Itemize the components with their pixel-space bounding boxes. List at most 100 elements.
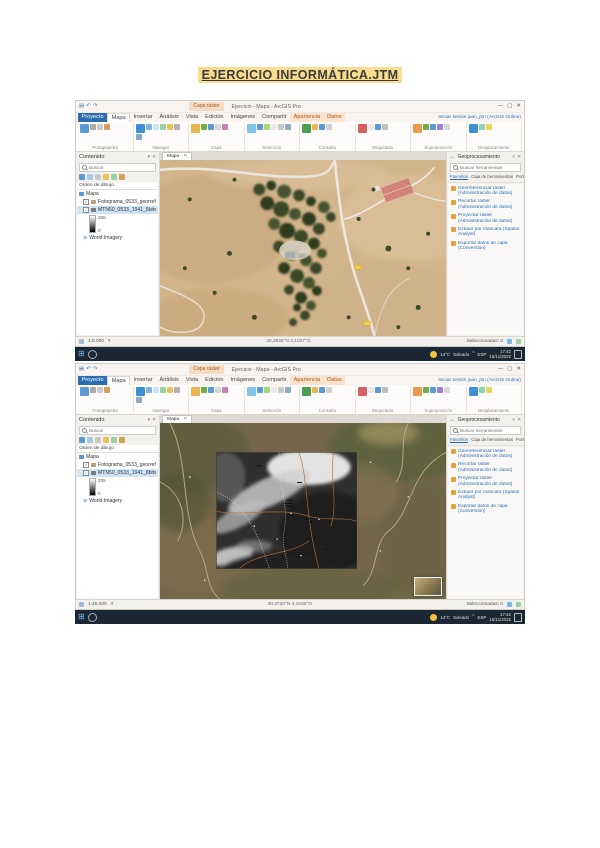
list-by-selection-icon[interactable]	[95, 174, 101, 180]
ribbon-tool-icon[interactable]	[382, 124, 388, 130]
start-button[interactable]: ⊞	[78, 347, 85, 361]
tool-link[interactable]: Extraer por máscara (Spatial Analyst)	[448, 225, 523, 239]
layout-icon[interactable]	[516, 602, 521, 607]
ribbon-tool-icon[interactable]	[191, 387, 200, 396]
ribbon-tool-icon[interactable]	[104, 124, 110, 130]
pin-icon[interactable]: ▾	[148, 155, 150, 160]
ribbon-tool-icon[interactable]	[153, 124, 159, 130]
close-icon[interactable]: ✕	[517, 418, 521, 423]
tool-link[interactable]: Exportar datos de capa (Conversión)	[448, 502, 523, 516]
tool-link[interactable]: Extraer por máscara (Spatial Analyst)	[448, 488, 523, 502]
notification-center-icon[interactable]	[514, 350, 522, 359]
close-icon[interactable]: ✕	[517, 155, 521, 160]
ribbon-tool-icon[interactable]	[271, 124, 277, 130]
signin-status[interactable]: Iniciar sesión juan_jtm (ArcGIS Online)	[438, 376, 521, 385]
ribbon-tool-icon[interactable]	[285, 387, 291, 393]
language-label[interactable]: ESP	[478, 615, 487, 620]
ribbon-tool-icon[interactable]	[136, 134, 142, 140]
geoprocessing-search[interactable]	[450, 426, 521, 435]
ribbon-tool-icon[interactable]	[271, 387, 277, 393]
ribbon-tool-icon[interactable]	[174, 387, 180, 393]
tab-compartir[interactable]: Compartir	[259, 376, 291, 385]
ribbon-tool-icon[interactable]	[319, 124, 325, 130]
weather-sun-icon[interactable]	[430, 351, 437, 358]
ribbon-tool-icon[interactable]	[486, 124, 492, 130]
ribbon-tool-icon[interactable]	[430, 387, 436, 393]
ribbon-tool-icon[interactable]	[146, 124, 152, 130]
notification-icon[interactable]	[507, 602, 512, 607]
hidden-icons-chevron[interactable]: ^	[472, 614, 474, 620]
pin-icon[interactable]: ▾	[148, 418, 150, 423]
tree-item-layer[interactable]: ✓ Fotograma_0533_georref.tif	[77, 198, 158, 206]
ribbon-tool-icon[interactable]	[222, 124, 228, 130]
tab-mapa[interactable]: Mapa	[107, 113, 130, 122]
select-tool-icon[interactable]	[79, 339, 84, 344]
tab-favoritos[interactable]: Favoritos	[450, 437, 468, 443]
tab-mapa[interactable]: Mapa	[107, 376, 130, 385]
ribbon-tool-icon[interactable]	[430, 124, 436, 130]
ribbon-tool-icon[interactable]	[413, 124, 422, 133]
ribbon-tool-icon[interactable]	[160, 387, 166, 393]
tool-link[interactable]: Exportar datos de capa (Conversión)	[448, 239, 523, 253]
ribbon-tool-icon[interactable]	[358, 387, 367, 396]
tool-link[interactable]: Proyectar ráster (Administración de dato…	[448, 475, 523, 489]
caret-icon[interactable]: ▾	[111, 602, 113, 607]
tab-analisis[interactable]: Análisis	[156, 376, 182, 385]
list-by-drawing-order-icon[interactable]	[79, 174, 85, 180]
save-icon[interactable]: ▤	[79, 101, 84, 112]
ribbon-tool-icon[interactable]	[358, 124, 367, 133]
layer-checkbox[interactable]: ✓	[83, 462, 89, 468]
weather-temp[interactable]: 14°C	[440, 352, 450, 357]
ribbon-tool-icon[interactable]	[146, 387, 152, 393]
ribbon-tool-icon[interactable]	[375, 124, 381, 130]
contents-search[interactable]	[79, 163, 156, 172]
tab-insertar[interactable]: Insertar	[130, 376, 156, 385]
ribbon-tool-icon[interactable]	[319, 387, 325, 393]
ribbon-tool-icon[interactable]	[326, 124, 332, 130]
list-by-source-icon[interactable]	[87, 437, 93, 443]
map-scale[interactable]: 1:45.000	[88, 602, 107, 607]
tool-link[interactable]: Recortar ráster (Administración de datos…	[448, 198, 523, 212]
tab-cajas[interactable]: Caja de herramientas	[471, 437, 513, 443]
tool-link[interactable]: Georreferenciar ráster (Administración d…	[448, 184, 523, 198]
ribbon-tool-icon[interactable]	[201, 387, 207, 393]
ribbon-tool-icon[interactable]	[368, 387, 374, 393]
select-tool-icon[interactable]	[79, 602, 84, 607]
contents-search[interactable]	[79, 426, 156, 435]
ribbon-tool-icon[interactable]	[437, 387, 443, 393]
hidden-icons-chevron[interactable]: ^	[472, 351, 474, 357]
tab-proyecto[interactable]: Proyecto	[78, 113, 107, 122]
tab-datos[interactable]: Datos	[324, 113, 346, 122]
ribbon-tool-icon[interactable]	[264, 387, 270, 393]
tree-item-layer-selected[interactable]: ✓ MTN50_0533_1941_8bits_georref.tif	[77, 206, 158, 214]
start-button[interactable]: ⊞	[78, 610, 85, 624]
maximize-icon[interactable]: ▢	[507, 101, 512, 112]
ribbon-tool-icon[interactable]	[375, 387, 381, 393]
language-label[interactable]: ESP	[478, 352, 487, 357]
ribbon-tool-icon[interactable]	[285, 124, 291, 130]
georef-map-canvas[interactable]	[160, 423, 446, 599]
ribbon-tool-icon[interactable]	[423, 387, 429, 393]
ribbon-tool-icon[interactable]	[191, 124, 200, 133]
tool-link[interactable]: Georreferenciar ráster (Administración d…	[448, 447, 523, 461]
layer-checkbox[interactable]: ✓	[83, 470, 89, 476]
ribbon-tool-icon[interactable]	[97, 124, 103, 130]
tab-compartir[interactable]: Compartir	[259, 113, 291, 122]
tab-portal[interactable]: Portal	[516, 174, 524, 180]
ribbon-tool-icon[interactable]	[302, 387, 311, 396]
ribbon-tool-icon[interactable]	[423, 124, 429, 130]
close-icon[interactable]: ✕	[516, 364, 521, 375]
taskbar-clock[interactable]: 17:42 15/11/2022	[489, 349, 511, 359]
ribbon-tool-icon[interactable]	[104, 387, 110, 393]
tab-vista[interactable]: Vista	[182, 376, 201, 385]
ribbon-tool-icon[interactable]	[215, 387, 221, 393]
tool-link[interactable]: Proyectar ráster (Administración de dato…	[448, 212, 523, 226]
ribbon-tool-icon[interactable]	[208, 124, 214, 130]
layer-checkbox[interactable]: ✓	[83, 207, 89, 213]
close-icon[interactable]: ✕	[183, 153, 187, 160]
ribbon-tool-icon[interactable]	[469, 387, 478, 396]
ribbon-tool-icon[interactable]	[167, 387, 173, 393]
tab-edicion[interactable]: Edición	[202, 376, 227, 385]
ribbon-tool-icon[interactable]	[167, 124, 173, 130]
ribbon-tool-icon[interactable]	[312, 387, 318, 393]
